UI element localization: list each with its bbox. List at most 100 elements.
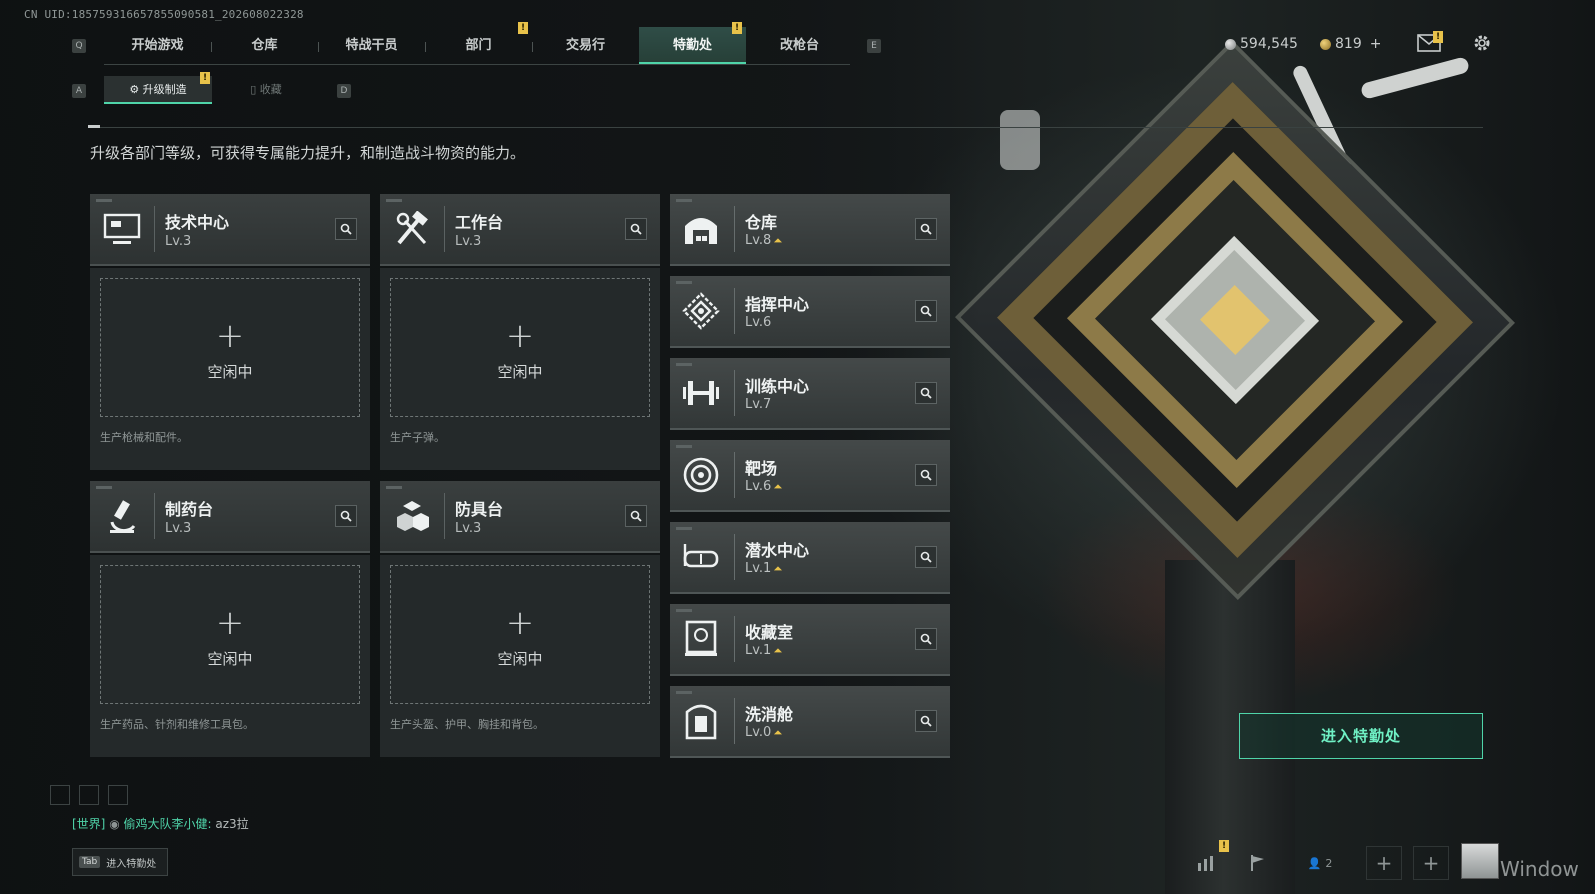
search-icon[interactable] — [915, 546, 937, 568]
upgrade-arrow-icon: ⏶ — [773, 562, 783, 575]
add-production-plus: + — [215, 603, 245, 643]
page-description: 升级各部门等级，可获得专属能力提升，和制造战斗物资的能力。 — [90, 144, 526, 162]
search-icon[interactable] — [335, 218, 357, 240]
card-note: 生产子弹。 — [390, 431, 445, 444]
production-slot[interactable]: + 空闲中 — [100, 278, 360, 417]
tab-special-ops[interactable]: 特勤处 — [639, 27, 746, 65]
mail-badge: ! — [1433, 31, 1443, 43]
production-slot[interactable]: + 空闲中 — [390, 278, 650, 417]
add-currency-button[interactable]: + — [1370, 36, 1382, 52]
dumbbell-icon — [680, 372, 722, 414]
add-production-plus: + — [505, 316, 535, 356]
silver-currency: 594,545 — [1225, 36, 1298, 52]
nav-prev-key[interactable]: Q — [72, 39, 86, 53]
dept-command-center[interactable]: 指挥中心 Lv.6 — [670, 276, 950, 348]
enter-special-ops-button[interactable]: 进入特勤处 — [1239, 713, 1483, 759]
card-level: Lv.3 — [455, 521, 482, 536]
subtab-badge: ! — [200, 72, 210, 84]
production-slot[interactable]: + 空闲中 — [390, 565, 650, 704]
tab-operators[interactable]: 特战干员 — [318, 27, 425, 65]
tab-trade[interactable]: 交易行 — [532, 27, 639, 65]
warehouse-icon — [680, 208, 722, 250]
dept-diving-center[interactable]: 潜水中心 Lv.1 ⏶ — [670, 522, 950, 594]
search-icon[interactable] — [625, 505, 647, 527]
dept-training-center[interactable]: 训练中心 Lv.7 — [670, 358, 950, 430]
card-pharmacy[interactable]: 制药台 Lv.3 — [90, 481, 370, 553]
armor-blocks-icon — [392, 497, 432, 537]
add-slot-button[interactable]: + — [1366, 846, 1402, 880]
add-slot-button[interactable]: + — [1413, 846, 1449, 880]
card-name: 防具台 — [455, 500, 504, 519]
tab-hint-label: 进入特勤处 — [106, 858, 157, 870]
friends-icon: 👤 — [1307, 856, 1322, 870]
card-armor-bench[interactable]: 防具台 Lv.3 — [380, 481, 660, 553]
tab-hint[interactable]: Tab 进入特勤处 — [72, 848, 168, 876]
card-level: Lv.3 — [165, 521, 192, 536]
add-production-plus: + — [505, 603, 535, 643]
gold-amount: 819 — [1335, 36, 1362, 52]
nav-next-key[interactable]: E — [867, 39, 881, 53]
add-production-plus: + — [215, 316, 245, 356]
friends-button[interactable]: 👤 2 — [1300, 846, 1340, 880]
dept-warehouse[interactable]: 仓库 Lv.8 ⏶ — [670, 194, 950, 266]
chat-message: az3拉 — [215, 817, 249, 831]
search-icon[interactable] — [915, 628, 937, 650]
collection-icon: ▯ — [250, 83, 260, 96]
search-icon[interactable] — [915, 218, 937, 240]
subnav-next-key[interactable]: D — [337, 84, 351, 98]
flag-icon[interactable] — [1245, 846, 1271, 880]
card-tech-center[interactable]: 技术中心 Lv.3 — [90, 194, 370, 266]
tab-warehouse[interactable]: 仓库 — [211, 27, 318, 65]
target-icon — [680, 454, 722, 496]
dept-level: Lv.1 ⏶ — [745, 643, 783, 658]
dept-name: 潜水中心 — [745, 541, 810, 560]
dept-shooting-range[interactable]: 靶场 Lv.6 ⏶ — [670, 440, 950, 512]
dept-name: 仓库 — [745, 213, 778, 232]
stats-badge: ! — [1219, 840, 1229, 852]
search-icon[interactable] — [335, 505, 357, 527]
dept-name: 靶场 — [745, 459, 778, 478]
dept-name: 收藏室 — [745, 623, 794, 642]
search-icon[interactable] — [915, 300, 937, 322]
tab-start-game[interactable]: 开始游戏 — [104, 27, 211, 65]
computer-icon — [102, 210, 142, 250]
dept-name: 洗消舱 — [745, 705, 794, 724]
upgrade-arrow-icon: ⏶ — [773, 480, 783, 493]
location-pin-icon: ◉ — [109, 817, 120, 831]
stats-icon[interactable] — [1193, 846, 1219, 880]
search-icon[interactable] — [915, 382, 937, 404]
deco-square — [108, 785, 128, 805]
card-pharmacy-body: + 空闲中 生产药品、针剂和维修工具包。 — [90, 555, 370, 757]
robot-arm — [1359, 56, 1471, 100]
dept-name: 训练中心 — [745, 377, 810, 396]
search-icon[interactable] — [625, 218, 647, 240]
card-workbench[interactable]: 工作台 Lv.3 — [380, 194, 660, 266]
dept-level: Lv.8 ⏶ — [745, 233, 783, 248]
subtab-collection[interactable]: ▯ 收藏 — [212, 76, 320, 104]
subnav-prev-key[interactable]: A — [72, 84, 86, 98]
settings-gear-icon[interactable] — [1472, 33, 1492, 57]
production-slot[interactable]: + 空闲中 — [100, 565, 360, 704]
chat-line[interactable]: [世界] ◉ 偷鸡大队李小健: az3拉 — [72, 815, 249, 832]
subtab-upgrade-craft[interactable]: ⚙ 升级制造 — [104, 76, 212, 104]
avatar[interactable] — [1461, 843, 1499, 879]
card-note: 生产药品、针剂和维修工具包。 — [100, 718, 254, 731]
chat-channel: [世界] — [72, 817, 106, 831]
dept-decon-chamber[interactable]: 洗消舱 Lv.0 ⏶ — [670, 686, 950, 758]
tab-gunsmith[interactable]: 改枪台 — [746, 27, 853, 65]
card-level: Lv.3 — [455, 234, 482, 249]
tab-key: Tab — [79, 856, 101, 868]
tab-departments[interactable]: 部门 — [425, 27, 532, 65]
card-tech-center-body: + 空闲中 生产枪械和配件。 — [90, 268, 370, 470]
card-level: Lv.3 — [165, 234, 192, 249]
friends-count: 2 — [1325, 856, 1333, 870]
deco-square — [79, 785, 99, 805]
search-icon[interactable] — [915, 464, 937, 486]
slot-status: 空闲中 — [207, 363, 253, 381]
search-icon[interactable] — [915, 710, 937, 732]
dept-collection-room[interactable]: 收藏室 Lv.1 ⏶ — [670, 604, 950, 676]
gold-coin-icon — [1320, 38, 1331, 50]
divider-tick — [88, 125, 100, 128]
diving-mask-icon — [680, 536, 722, 578]
machinery — [1000, 110, 1040, 170]
